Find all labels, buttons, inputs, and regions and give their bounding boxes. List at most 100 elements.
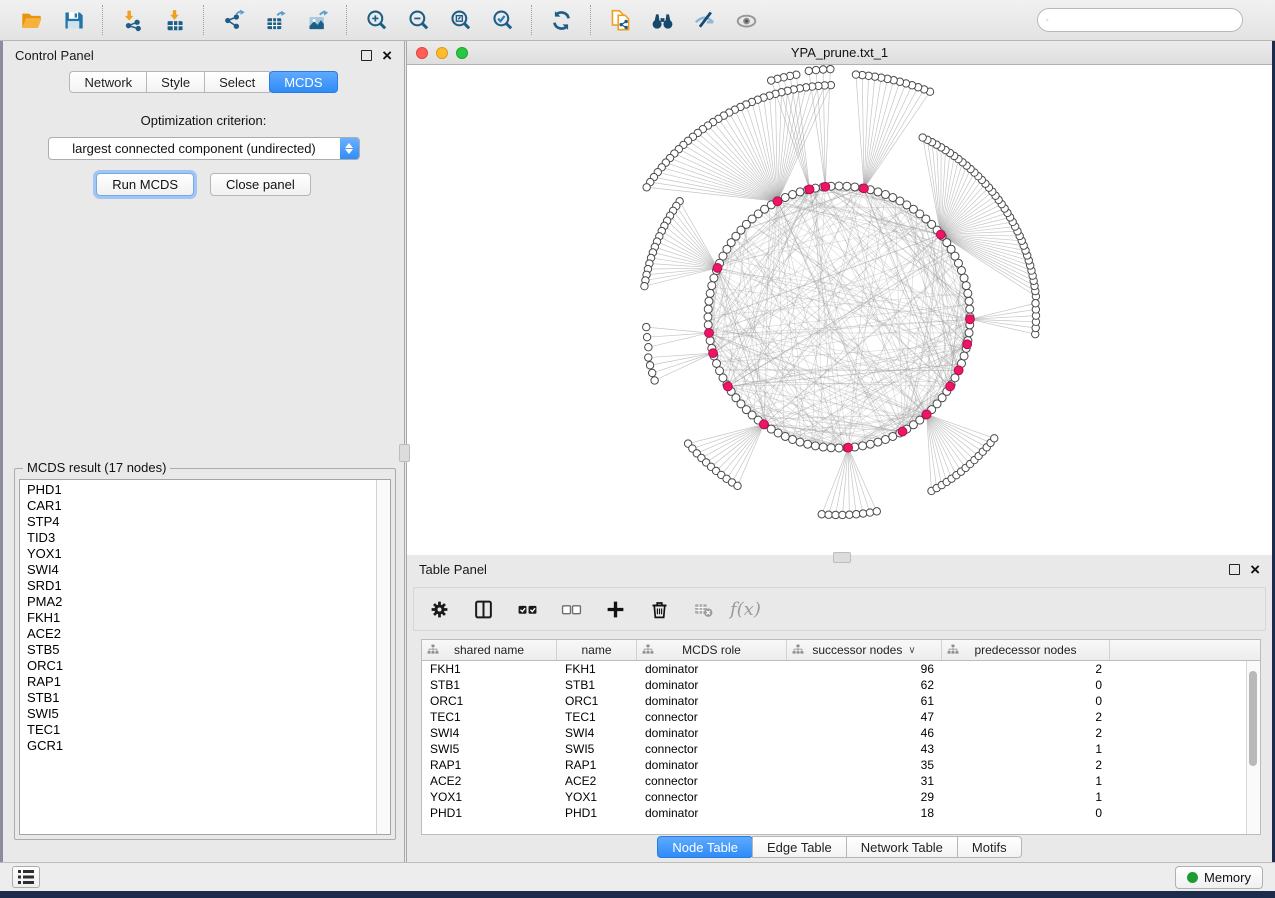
network-hub-node[interactable] [946,382,955,391]
network-satellite-node[interactable] [832,511,839,518]
zoom-fit-icon[interactable] [440,3,480,37]
network-node[interactable] [965,297,973,305]
tab-select[interactable]: Select [204,71,270,93]
table-cell[interactable]: RAP1 [422,757,557,773]
network-satellite-node[interactable] [852,71,859,78]
tab-node-table[interactable]: Node Table [657,836,753,858]
refresh-icon[interactable] [541,3,581,37]
table-cell[interactable]: dominator [637,725,787,741]
table-cell[interactable]: PHD1 [557,805,637,821]
network-satellite-node[interactable] [839,511,846,518]
network-satellite-node[interactable] [643,323,650,330]
network-satellite-node[interactable] [767,77,774,84]
network-node[interactable] [781,432,789,440]
network-node[interactable] [713,359,721,367]
network-satellite-node[interactable] [919,134,926,141]
network-node[interactable] [811,442,819,450]
mcds-result-item[interactable]: TEC1 [20,722,376,738]
network-hub-node[interactable] [898,427,907,436]
table-cell[interactable]: TEC1 [422,709,557,725]
network-hub-node[interactable] [773,197,782,206]
mcds-result-item[interactable]: ORC1 [20,658,376,674]
table-row[interactable]: STB1STB1dominator620 [422,677,1260,693]
table-row[interactable]: RAP1RAP1dominator352 [422,757,1260,773]
tab-motifs[interactable]: Motifs [957,836,1022,858]
table-cell[interactable]: ORC1 [557,693,637,709]
table-cell[interactable]: dominator [637,757,787,773]
network-node[interactable] [789,435,797,443]
export-network-icon[interactable] [213,3,253,37]
network-satellite-node[interactable] [846,511,853,518]
network-satellite-node[interactable] [645,354,652,361]
network-node[interactable] [835,182,843,190]
import-table-icon[interactable] [154,3,194,37]
table-cell[interactable]: ACE2 [557,773,637,789]
table-cell[interactable]: 2 [942,661,1110,677]
table-cell[interactable]: ACE2 [422,773,557,789]
close-panel-icon[interactable]: × [382,50,392,61]
mcds-result-item[interactable]: RAP1 [20,674,376,690]
table-cell[interactable]: YOX1 [422,789,557,805]
table-cell[interactable]: 18 [787,805,942,821]
zoom-selected-icon[interactable] [482,3,522,37]
add-icon[interactable] [598,592,632,626]
table-cell[interactable]: 0 [942,805,1110,821]
delete-icon[interactable] [642,592,676,626]
table-cell[interactable]: SWI4 [557,725,637,741]
table-cell[interactable]: 1 [942,789,1110,805]
network-node[interactable] [851,183,859,191]
run-mcds-button[interactable]: Run MCDS [96,173,194,196]
network-satellite-node[interactable] [818,511,825,518]
select-all-icon[interactable] [510,592,544,626]
network-node[interactable] [704,321,712,329]
column-header-successor-nodes[interactable]: successor nodes∨ [787,640,942,660]
mcds-result-item[interactable]: SRD1 [20,578,376,594]
network-satellite-node[interactable] [825,511,832,518]
zoom-in-icon[interactable] [356,3,396,37]
network-node[interactable] [804,440,812,448]
table-cell[interactable]: dominator [637,693,787,709]
network-node[interactable] [966,305,974,313]
deselect-all-icon[interactable] [554,592,588,626]
table-scrollbar[interactable] [1246,661,1260,834]
search-network-icon[interactable] [642,3,682,37]
network-node[interactable] [796,188,804,196]
network-node[interactable] [827,444,835,452]
network-node[interactable] [796,438,804,446]
network-hub-node[interactable] [759,420,768,429]
import-network-icon[interactable] [112,3,152,37]
mcds-result-item[interactable]: STP4 [20,514,376,530]
float-panel-icon[interactable] [361,50,372,61]
table-cell[interactable]: 31 [787,773,942,789]
mcds-result-item[interactable]: TID3 [20,530,376,546]
network-satellite-node[interactable] [643,184,650,191]
network-satellite-node[interactable] [873,508,880,515]
mcds-result-item[interactable]: FKH1 [20,610,376,626]
network-hub-node[interactable] [922,410,931,419]
network-node[interactable] [889,194,897,202]
table-cell[interactable]: SWI5 [422,741,557,757]
gear-icon[interactable] [422,592,456,626]
table-cell[interactable]: 2 [942,757,1110,773]
table-cell[interactable]: STB1 [422,677,557,693]
network-satellite-node[interactable] [991,435,998,442]
network-node[interactable] [843,182,851,190]
table-cell[interactable]: connector [637,789,787,805]
network-node[interactable] [708,282,716,290]
export-table-icon[interactable] [255,3,295,37]
table-row[interactable]: FKH1FKH1dominator962 [422,661,1260,677]
network-hub-node[interactable] [805,185,814,194]
network-node[interactable] [706,289,714,297]
search-input[interactable] [1054,12,1234,29]
table-cell[interactable]: 2 [942,725,1110,741]
close-panel-button[interactable]: Close panel [210,173,311,196]
network-node[interactable] [965,329,973,337]
tab-network[interactable]: Network [69,71,147,93]
table-cell[interactable]: SWI5 [557,741,637,757]
tab-network-table[interactable]: Network Table [846,836,958,858]
network-satellite-node[interactable] [646,362,653,369]
network-satellite-node[interactable] [651,377,658,384]
mcds-result-item[interactable]: STB5 [20,642,376,658]
table-cell[interactable]: FKH1 [422,661,557,677]
network-satellite-node[interactable] [827,65,834,72]
